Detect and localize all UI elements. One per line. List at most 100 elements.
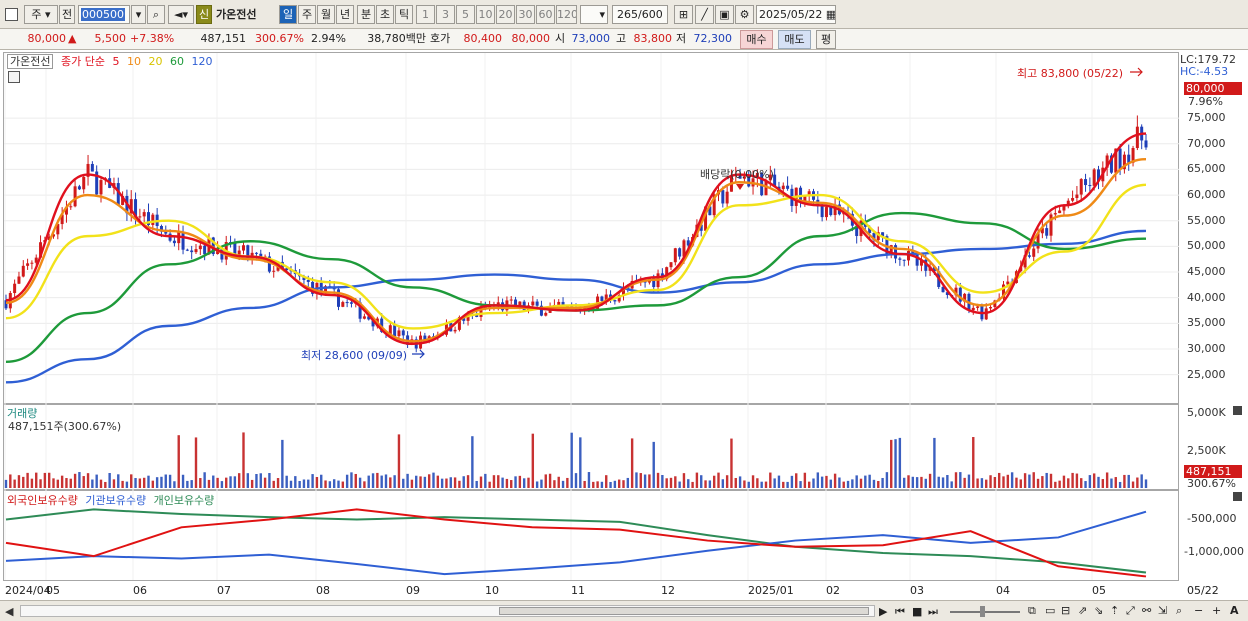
candle-body <box>194 249 198 253</box>
ma-legend-20[interactable]: 20 <box>148 55 162 68</box>
scroll-right-icon[interactable]: ▶ <box>879 605 892 618</box>
zoom-slider-handle[interactable] <box>980 606 985 617</box>
volume-bar <box>639 473 642 488</box>
compare-icon[interactable]: ⊟ <box>1061 604 1074 617</box>
volume-bar <box>928 473 932 488</box>
link-icon[interactable]: ⚯ <box>1142 604 1155 617</box>
legend-institution[interactable]: 기관보유수량 <box>85 494 146 507</box>
volume-bar <box>881 477 884 488</box>
ma-legend-120[interactable]: 120 <box>191 55 212 68</box>
volume-bar <box>384 474 388 488</box>
volume-bar <box>738 476 742 488</box>
volume-bar <box>1054 481 1057 488</box>
volume-bar <box>39 479 42 488</box>
price-tick-label: 60,000 <box>1187 188 1226 202</box>
split-icon[interactable]: ▭ <box>1045 604 1058 617</box>
volume-bar <box>13 479 16 488</box>
candle-body <box>254 252 258 254</box>
volume-bar <box>199 478 202 488</box>
stop-icon[interactable]: ■ <box>912 605 925 618</box>
chart-canvas[interactable] <box>0 0 1248 621</box>
scroll-left-icon[interactable]: ◀ <box>5 605 18 618</box>
ma-legend-prefix[interactable]: 종가 단순 <box>61 55 105 68</box>
volume-bar <box>773 478 776 488</box>
volume-bar <box>134 478 137 488</box>
volume-bar <box>959 472 962 488</box>
volume-bar <box>220 481 224 488</box>
zoom-slider[interactable] <box>950 606 1020 617</box>
volume-bar <box>786 481 789 488</box>
moving-average-line-5 <box>5 132 1147 346</box>
price-tick-label: 40,000 <box>1187 290 1226 304</box>
volume-bar <box>669 477 673 488</box>
layout-icon[interactable]: ⧉ <box>1028 604 1041 617</box>
ma-legend-10[interactable]: 10 <box>127 55 141 68</box>
go-first-icon[interactable]: ⏮ <box>895 605 908 618</box>
candle-body <box>237 250 241 255</box>
volume-bar <box>795 473 798 488</box>
trend-down-icon[interactable]: ⇘ <box>1094 604 1107 617</box>
volume-bar <box>790 475 794 488</box>
volume-bar <box>285 475 288 488</box>
low-arrow <box>412 349 425 359</box>
scroll-track[interactable] <box>20 605 875 617</box>
volume-panel-close-icon[interactable] <box>1233 406 1242 415</box>
go-last-icon[interactable]: ⏭ <box>928 605 941 618</box>
volume-bar <box>345 474 349 488</box>
legend-foreign[interactable]: 외국인보유수량 <box>7 494 78 507</box>
grid-toggle-icon[interactable] <box>8 71 20 83</box>
draw-icon[interactable]: ⤢ <box>1126 604 1139 617</box>
trend-up-icon[interactable]: ⇗ <box>1078 604 1091 617</box>
candle-body <box>1084 179 1088 186</box>
volume-bar <box>963 477 966 488</box>
volume-bar <box>207 479 211 488</box>
legend-individual[interactable]: 개인보유수량 <box>154 494 215 507</box>
volume-bar <box>583 480 586 488</box>
candle-body <box>142 212 146 217</box>
volume-bar <box>332 479 336 488</box>
candle-body <box>721 190 725 204</box>
export-icon[interactable]: ⇲ <box>1158 604 1171 617</box>
current-pct-tag: 7.96% <box>1188 95 1223 108</box>
x-tick-label: 02 <box>826 584 840 597</box>
volume-bar <box>712 475 716 488</box>
volume-bar <box>393 475 396 488</box>
font-size-icon[interactable]: A <box>1230 604 1243 617</box>
volume-bar <box>52 478 55 488</box>
volume-bar <box>605 475 608 488</box>
volume-bar <box>104 481 107 488</box>
volume-bar <box>4 479 8 488</box>
volume-bar <box>155 477 159 488</box>
signal-icon[interactable]: ⇡ <box>1110 604 1123 617</box>
bottom-scrollbar: ◀ ▶ ⏮ ■ ⏭ ⧉ ▭ ⊟ ⇗ ⇘ ⇡ ⤢ ⚯ ⇲ ⌕ − + A <box>0 600 1248 621</box>
volume-bar <box>777 475 781 488</box>
volume-bar <box>609 481 612 488</box>
volume-bar <box>259 473 262 488</box>
scroll-thumb[interactable] <box>499 607 869 615</box>
volume-bar <box>1118 481 1122 488</box>
price-panel-title[interactable]: 가온전선 <box>7 54 54 69</box>
volume-bar <box>294 476 297 488</box>
volume-bar <box>518 475 522 488</box>
volume-bar <box>864 475 867 488</box>
volume-bar <box>656 472 660 488</box>
zoom-out-icon[interactable]: − <box>1194 604 1207 617</box>
zoom-in-icon[interactable]: + <box>1212 604 1225 617</box>
holding-panel-close-icon[interactable] <box>1233 492 1242 501</box>
volume-bar <box>872 479 876 488</box>
search-zoom-icon[interactable]: ⌕ <box>1176 604 1189 617</box>
volume-bar <box>855 475 858 488</box>
ma-legend-5[interactable]: 5 <box>112 55 119 68</box>
volume-bar <box>367 475 370 488</box>
candle-body <box>1071 198 1075 201</box>
ma-legend-60[interactable]: 60 <box>170 55 184 68</box>
volume-bar <box>527 477 530 488</box>
volume-bar <box>769 472 772 488</box>
volume-bar <box>272 480 275 488</box>
x-tick-label: 05 <box>46 584 60 597</box>
candle-body <box>613 300 617 302</box>
volume-bar <box>760 481 763 488</box>
candle-body <box>242 245 245 251</box>
volume-bar <box>363 481 366 488</box>
volume-pct-tag: 300.67% <box>1187 477 1236 490</box>
